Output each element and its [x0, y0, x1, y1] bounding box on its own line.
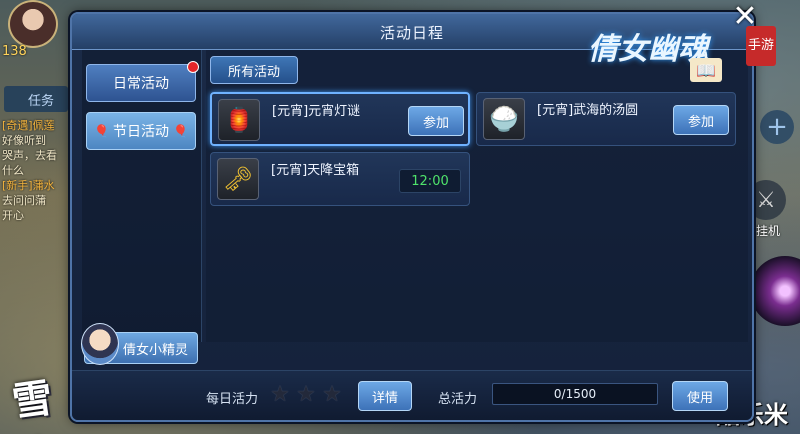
panel-footer: 每日活力 ★ ★ ★ 详情 总活力 0/1500 使用	[72, 370, 752, 420]
star-icon: ★	[270, 382, 290, 407]
star-icon: ★	[322, 382, 342, 407]
notification-dot	[187, 61, 199, 73]
task-tab[interactable]: 任务	[4, 86, 68, 112]
activity-card[interactable]: 🍚 [元宵]武海的汤圆 参加	[476, 92, 736, 146]
quest-text: 好像听到	[2, 134, 46, 147]
tab-label: 节日活动	[113, 124, 169, 140]
category-sidebar: 日常活动 🎈 节日活动 🎈	[82, 50, 202, 342]
golden-key-icon: 🗝	[217, 158, 259, 200]
quest-text: 去问问蒲	[2, 194, 46, 207]
tab-daily-activities[interactable]: 日常活动	[86, 61, 199, 102]
tangyuan-bowl-icon: 🍚	[483, 98, 525, 140]
activity-name: [元宵]武海的汤圆	[537, 103, 639, 118]
daily-vitality-label: 每日活力	[206, 392, 259, 407]
join-button[interactable]: 参加	[673, 105, 729, 135]
player-level: 138	[2, 44, 27, 59]
tab-festival-activities[interactable]: 🎈 节日活动 🎈	[86, 112, 196, 150]
skill-orb-icon[interactable]	[750, 256, 800, 326]
join-button[interactable]: 参加	[408, 106, 464, 136]
logo-seal: 手游	[746, 26, 776, 66]
use-button[interactable]: 使用	[672, 381, 728, 411]
detail-button[interactable]: 详情	[358, 381, 412, 411]
activity-card[interactable]: 🏮 [元宵]元宵灯谜 参加	[210, 92, 470, 146]
filter-all-activities[interactable]: 所有活动	[210, 56, 298, 84]
sprite-helper-button[interactable]: 倩女小精灵	[81, 323, 198, 365]
quest-text: 哭声，去看	[2, 149, 57, 162]
activity-name: [元宵]天降宝箱	[271, 163, 360, 178]
tab-label: 日常活动	[113, 76, 169, 92]
activity-name: [元宵]元宵灯谜	[272, 104, 361, 119]
sprite-label: 倩女小精灵	[123, 342, 189, 358]
quest-tag: [新手]蒲水	[2, 179, 55, 192]
total-vitality-bar: 0/1500	[492, 383, 658, 405]
hang-up-label: 挂机	[755, 224, 780, 238]
quest-text: 什么	[2, 164, 24, 177]
activity-card[interactable]: 🗝 [元宵]天降宝箱 12:00	[210, 152, 470, 206]
star-icon: ★	[296, 382, 316, 407]
quest-list[interactable]: [奇遇]佩莲 好像听到 哭声，去看 什么 [新手]蒲水 去问问蒲 开心	[2, 118, 72, 223]
book-icon[interactable]: 📖	[690, 58, 722, 82]
plus-icon[interactable]: +	[760, 110, 794, 144]
total-vitality-label: 总活力	[438, 392, 478, 407]
balloon-icon: 🎈	[173, 124, 188, 138]
sprite-avatar-icon	[81, 323, 119, 365]
player-portrait[interactable]	[8, 0, 58, 48]
quest-tag: [奇遇]佩莲	[2, 119, 55, 132]
lantern-icon: 🏮	[218, 99, 260, 141]
balloon-icon: 🎈	[94, 124, 109, 138]
activity-time: 12:00	[399, 169, 461, 193]
quest-text: 开心	[2, 209, 24, 222]
total-vitality-text: 0/1500	[553, 387, 597, 401]
